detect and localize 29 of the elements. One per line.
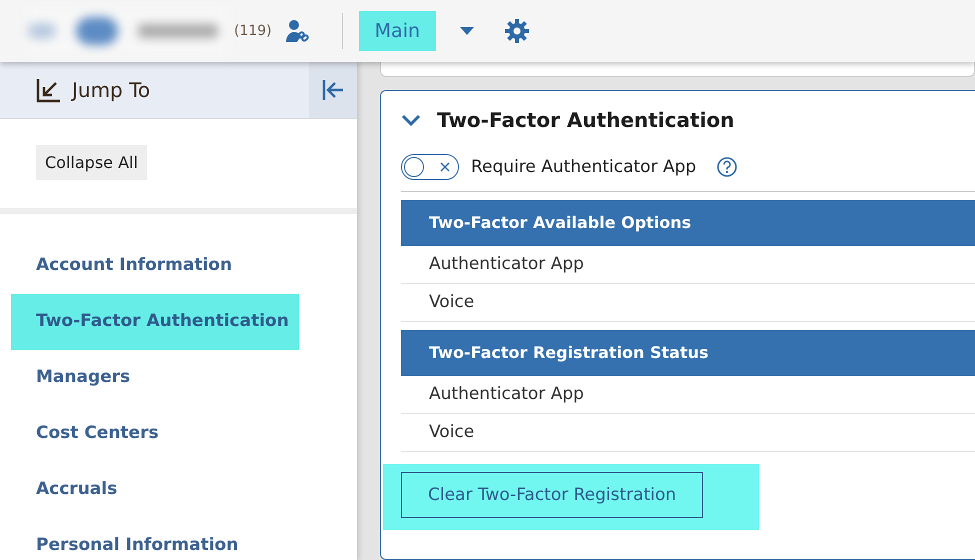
sidebar-link[interactable]: Account Information <box>11 238 242 294</box>
collapse-left-icon <box>321 79 345 101</box>
sidebar-link[interactable]: Personal Information <box>11 518 248 560</box>
table-cell: Voice <box>401 284 975 322</box>
chevron-icon[interactable] <box>401 114 421 126</box>
sidebar-link[interactable]: Two-Factor Authentication <box>11 294 299 350</box>
user-link-icon[interactable] <box>284 18 310 44</box>
toggle-label: Require Authenticator App <box>471 157 696 177</box>
dropdown-caret-icon[interactable] <box>460 27 474 35</box>
table-cell: Authenticator App <box>401 246 975 284</box>
view-tab[interactable]: Main <box>358 11 436 51</box>
count-label: (119) <box>234 23 272 39</box>
table-cell: Voice <box>401 414 975 452</box>
settings-icon[interactable] <box>504 18 530 44</box>
table-header: Two-Factor Registration Status <box>401 330 975 376</box>
section-title: Two-Factor Authentication <box>437 108 734 132</box>
sidebar-link[interactable]: Cost Centers <box>11 406 169 462</box>
collapse-sidebar-button[interactable] <box>309 62 357 118</box>
clear-registration-button[interactable]: Clear Two-Factor Registration <box>401 472 704 518</box>
collapse-all-button[interactable]: Collapse All <box>36 145 147 180</box>
sidebar-title: Jump To <box>72 78 152 102</box>
toggle-switch[interactable] <box>401 154 459 180</box>
sidebar-link[interactable]: Accruals <box>11 462 128 518</box>
sidebar-link[interactable]: Managers <box>11 350 140 406</box>
jump-arrow-icon <box>36 77 62 103</box>
table-header: Two-Factor Available Options <box>401 200 975 246</box>
table-cell: Authenticator App <box>401 376 975 414</box>
cross-icon <box>440 162 450 172</box>
help-icon[interactable] <box>716 156 738 178</box>
